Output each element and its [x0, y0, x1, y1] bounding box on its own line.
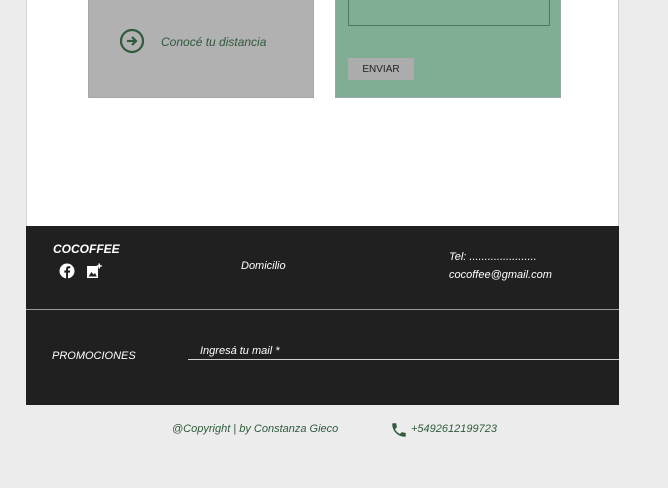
- promo-email-placeholder: Ingresá tu mail *: [200, 345, 280, 357]
- promotions-label: PROMOCIONES: [52, 350, 136, 362]
- telephone-label: Tel: ......................: [449, 251, 537, 263]
- footer-brand: COCOFFEE: [53, 242, 120, 256]
- arrow-right-circle-icon[interactable]: [119, 28, 145, 54]
- message-textarea[interactable]: [348, 0, 550, 26]
- phone-number[interactable]: +5492612199723: [411, 423, 497, 435]
- distance-link[interactable]: Conocé tu distancia: [161, 35, 266, 49]
- address-label: Domicilio: [241, 260, 286, 272]
- phone-icon: [392, 423, 406, 437]
- promo-email-input[interactable]: Ingresá tu mail *: [188, 340, 619, 360]
- distance-card[interactable]: Conocé tu distancia: [88, 0, 314, 98]
- copyright-text: @Copyright | by Constanza Gieco: [172, 423, 339, 435]
- image-add-icon[interactable]: [86, 263, 102, 279]
- facebook-icon[interactable]: [59, 263, 75, 279]
- email-link[interactable]: cocoffee@gmail.com: [449, 269, 552, 281]
- send-button[interactable]: ENVIAR: [348, 58, 414, 80]
- contact-form-card: ENVIAR: [335, 0, 561, 98]
- promotions-section: PROMOCIONES Ingresá tu mail *: [26, 310, 619, 405]
- footer-info: COCOFFEE Domicilio Tel: ................…: [26, 226, 619, 309]
- copyright-bar: @Copyright | by Constanza Gieco +5492612…: [26, 405, 619, 457]
